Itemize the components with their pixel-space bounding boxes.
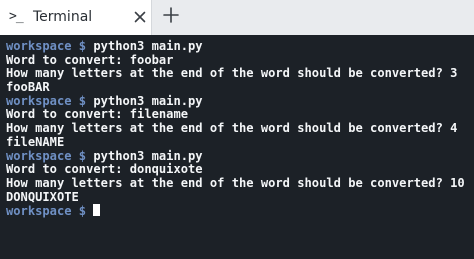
output-text: Word to convert: donquixote [6,162,203,177]
command-text: python3 main.py [86,93,203,108]
output-text: Word to convert: foobar [6,52,174,67]
plus-icon[interactable] [161,5,181,25]
prompt-label: workspace $ [6,148,87,163]
tab-title: Terminal [33,9,93,25]
output-text: fileNAME [6,134,65,149]
prompt-line: workspace $ [6,204,474,218]
output-line: Word to convert: foobar [6,52,474,68]
output-text: Word to convert: filename [6,107,189,122]
prompt-label: workspace $ [6,204,87,219]
command-text: python3 main.py [86,148,203,163]
command-text [86,204,93,218]
output-line: fileNAME [6,134,474,150]
command-text: python3 main.py [86,39,203,53]
tab-terminal[interactable]: >_ Terminal [0,0,152,35]
output-line: fooBAR [6,80,474,95]
output-text: How many letters at the end of the word … [6,121,458,136]
output-line: DONQUIXOTE [6,189,474,205]
prompt-label: workspace $ [6,93,87,108]
output-line: How many letters at the end of the word … [6,175,474,191]
terminal-icon: >_ [9,9,24,24]
prompt-line: workspace $ python3 main.py [6,39,474,54]
terminal-output[interactable]: workspace $ python3 main.py Word to conve… [0,35,474,259]
output-line: Word to convert: donquixote [6,162,474,177]
close-icon[interactable] [132,9,148,25]
output-text: DONQUIXOTE [6,189,79,204]
terminal-window: >_ Terminal workspace $ python3 main.py W… [0,0,474,259]
output-line: How many letters at the end of the word … [6,67,474,81]
prompt-line: workspace $ python3 main.py [6,148,474,164]
prompt-line: workspace $ python3 main.py [6,93,474,109]
output-text: How many letters at the end of the word … [6,66,458,81]
cursor [93,204,101,217]
output-line: How many letters at the end of the word … [6,121,474,136]
tab-bar: >_ Terminal [0,0,474,35]
output-text: fooBAR [6,80,50,95]
output-line: Word to convert: filename [6,108,474,122]
prompt-label: workspace $ [6,39,87,53]
output-text: How many letters at the end of the word … [6,175,465,190]
